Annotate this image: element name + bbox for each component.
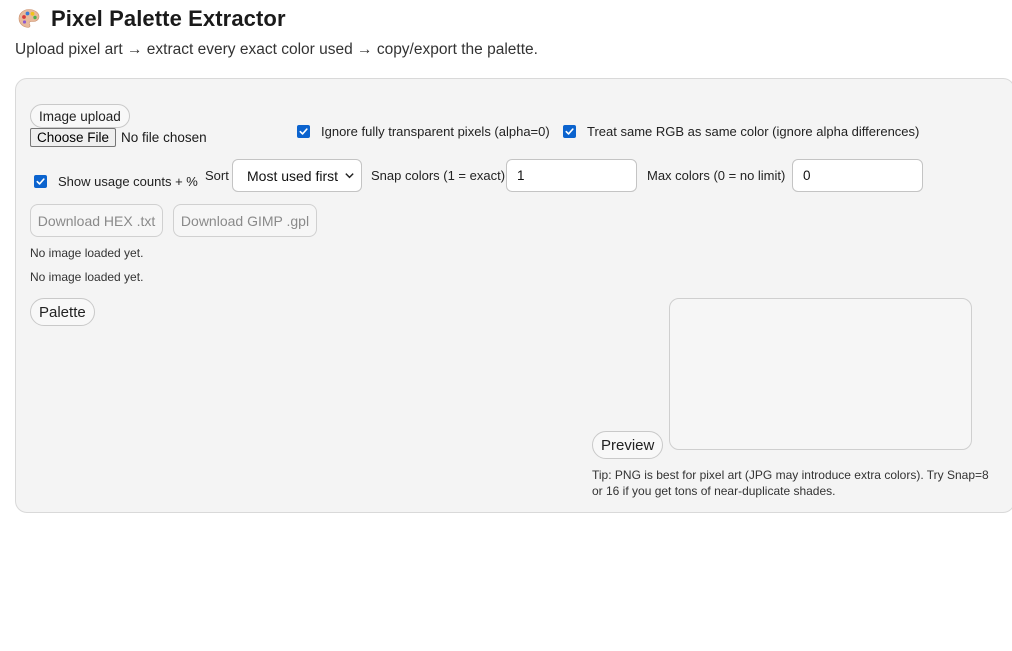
page-title: Pixel Palette Extractor xyxy=(51,6,286,31)
download-gimp-button[interactable]: Download GIMP .gpl xyxy=(173,204,317,237)
tip-text: Tip: PNG is best for pixel art (JPG may … xyxy=(592,468,989,498)
palette-heading: Palette xyxy=(30,298,95,326)
max-colors-value: 0 xyxy=(803,168,811,183)
preview-canvas xyxy=(669,298,972,450)
show-usage-option[interactable]: Show usage counts + % xyxy=(34,174,198,189)
status-text: No image loaded yet. xyxy=(30,270,144,284)
treat-same-rgb-label: Treat same RGB as same color (ignore alp… xyxy=(587,124,920,139)
status-text: No image loaded yet. xyxy=(30,246,144,260)
artist-palette-icon xyxy=(17,7,41,31)
choose-file-button[interactable]: Choose File xyxy=(30,128,117,147)
ignore-transparent-label: Ignore fully transparent pixels (alpha=0… xyxy=(321,124,550,139)
preview-heading: Preview xyxy=(592,431,664,459)
ignore-transparent-option[interactable]: Ignore fully transparent pixels (alpha=0… xyxy=(297,124,550,139)
sort-label: Sort xyxy=(205,168,229,183)
treat-same-rgb-option[interactable]: Treat same RGB as same color (ignore alp… xyxy=(563,124,919,139)
page-subtitle: Upload pixel art → extract every exact c… xyxy=(15,41,538,58)
chevron-down-icon xyxy=(345,173,354,179)
show-usage-label: Show usage counts + % xyxy=(58,174,198,189)
snap-colors-label: Snap colors (1 = exact) xyxy=(371,168,506,183)
image-upload-label: Image upload xyxy=(30,104,130,128)
treat-same-rgb-checkbox[interactable] xyxy=(563,125,576,138)
sort-select[interactable]: Most used first xyxy=(232,159,362,192)
snap-colors-input[interactable]: 1 xyxy=(506,159,637,192)
controls-panel: Image upload Choose File No file chosen … xyxy=(15,78,1012,513)
ignore-transparent-checkbox[interactable] xyxy=(297,125,310,138)
file-status: No file chosen xyxy=(121,130,207,145)
snap-colors-value: 1 xyxy=(517,168,525,183)
max-colors-input[interactable]: 0 xyxy=(792,159,923,192)
show-usage-checkbox[interactable] xyxy=(34,175,47,188)
max-colors-label: Max colors (0 = no limit) xyxy=(647,168,786,183)
sort-selected-value: Most used first xyxy=(247,167,339,184)
download-hex-button[interactable]: Download HEX .txt xyxy=(30,204,163,237)
header: Pixel Palette Extractor xyxy=(17,6,286,32)
file-input[interactable]: Choose File No file chosen xyxy=(30,128,207,147)
